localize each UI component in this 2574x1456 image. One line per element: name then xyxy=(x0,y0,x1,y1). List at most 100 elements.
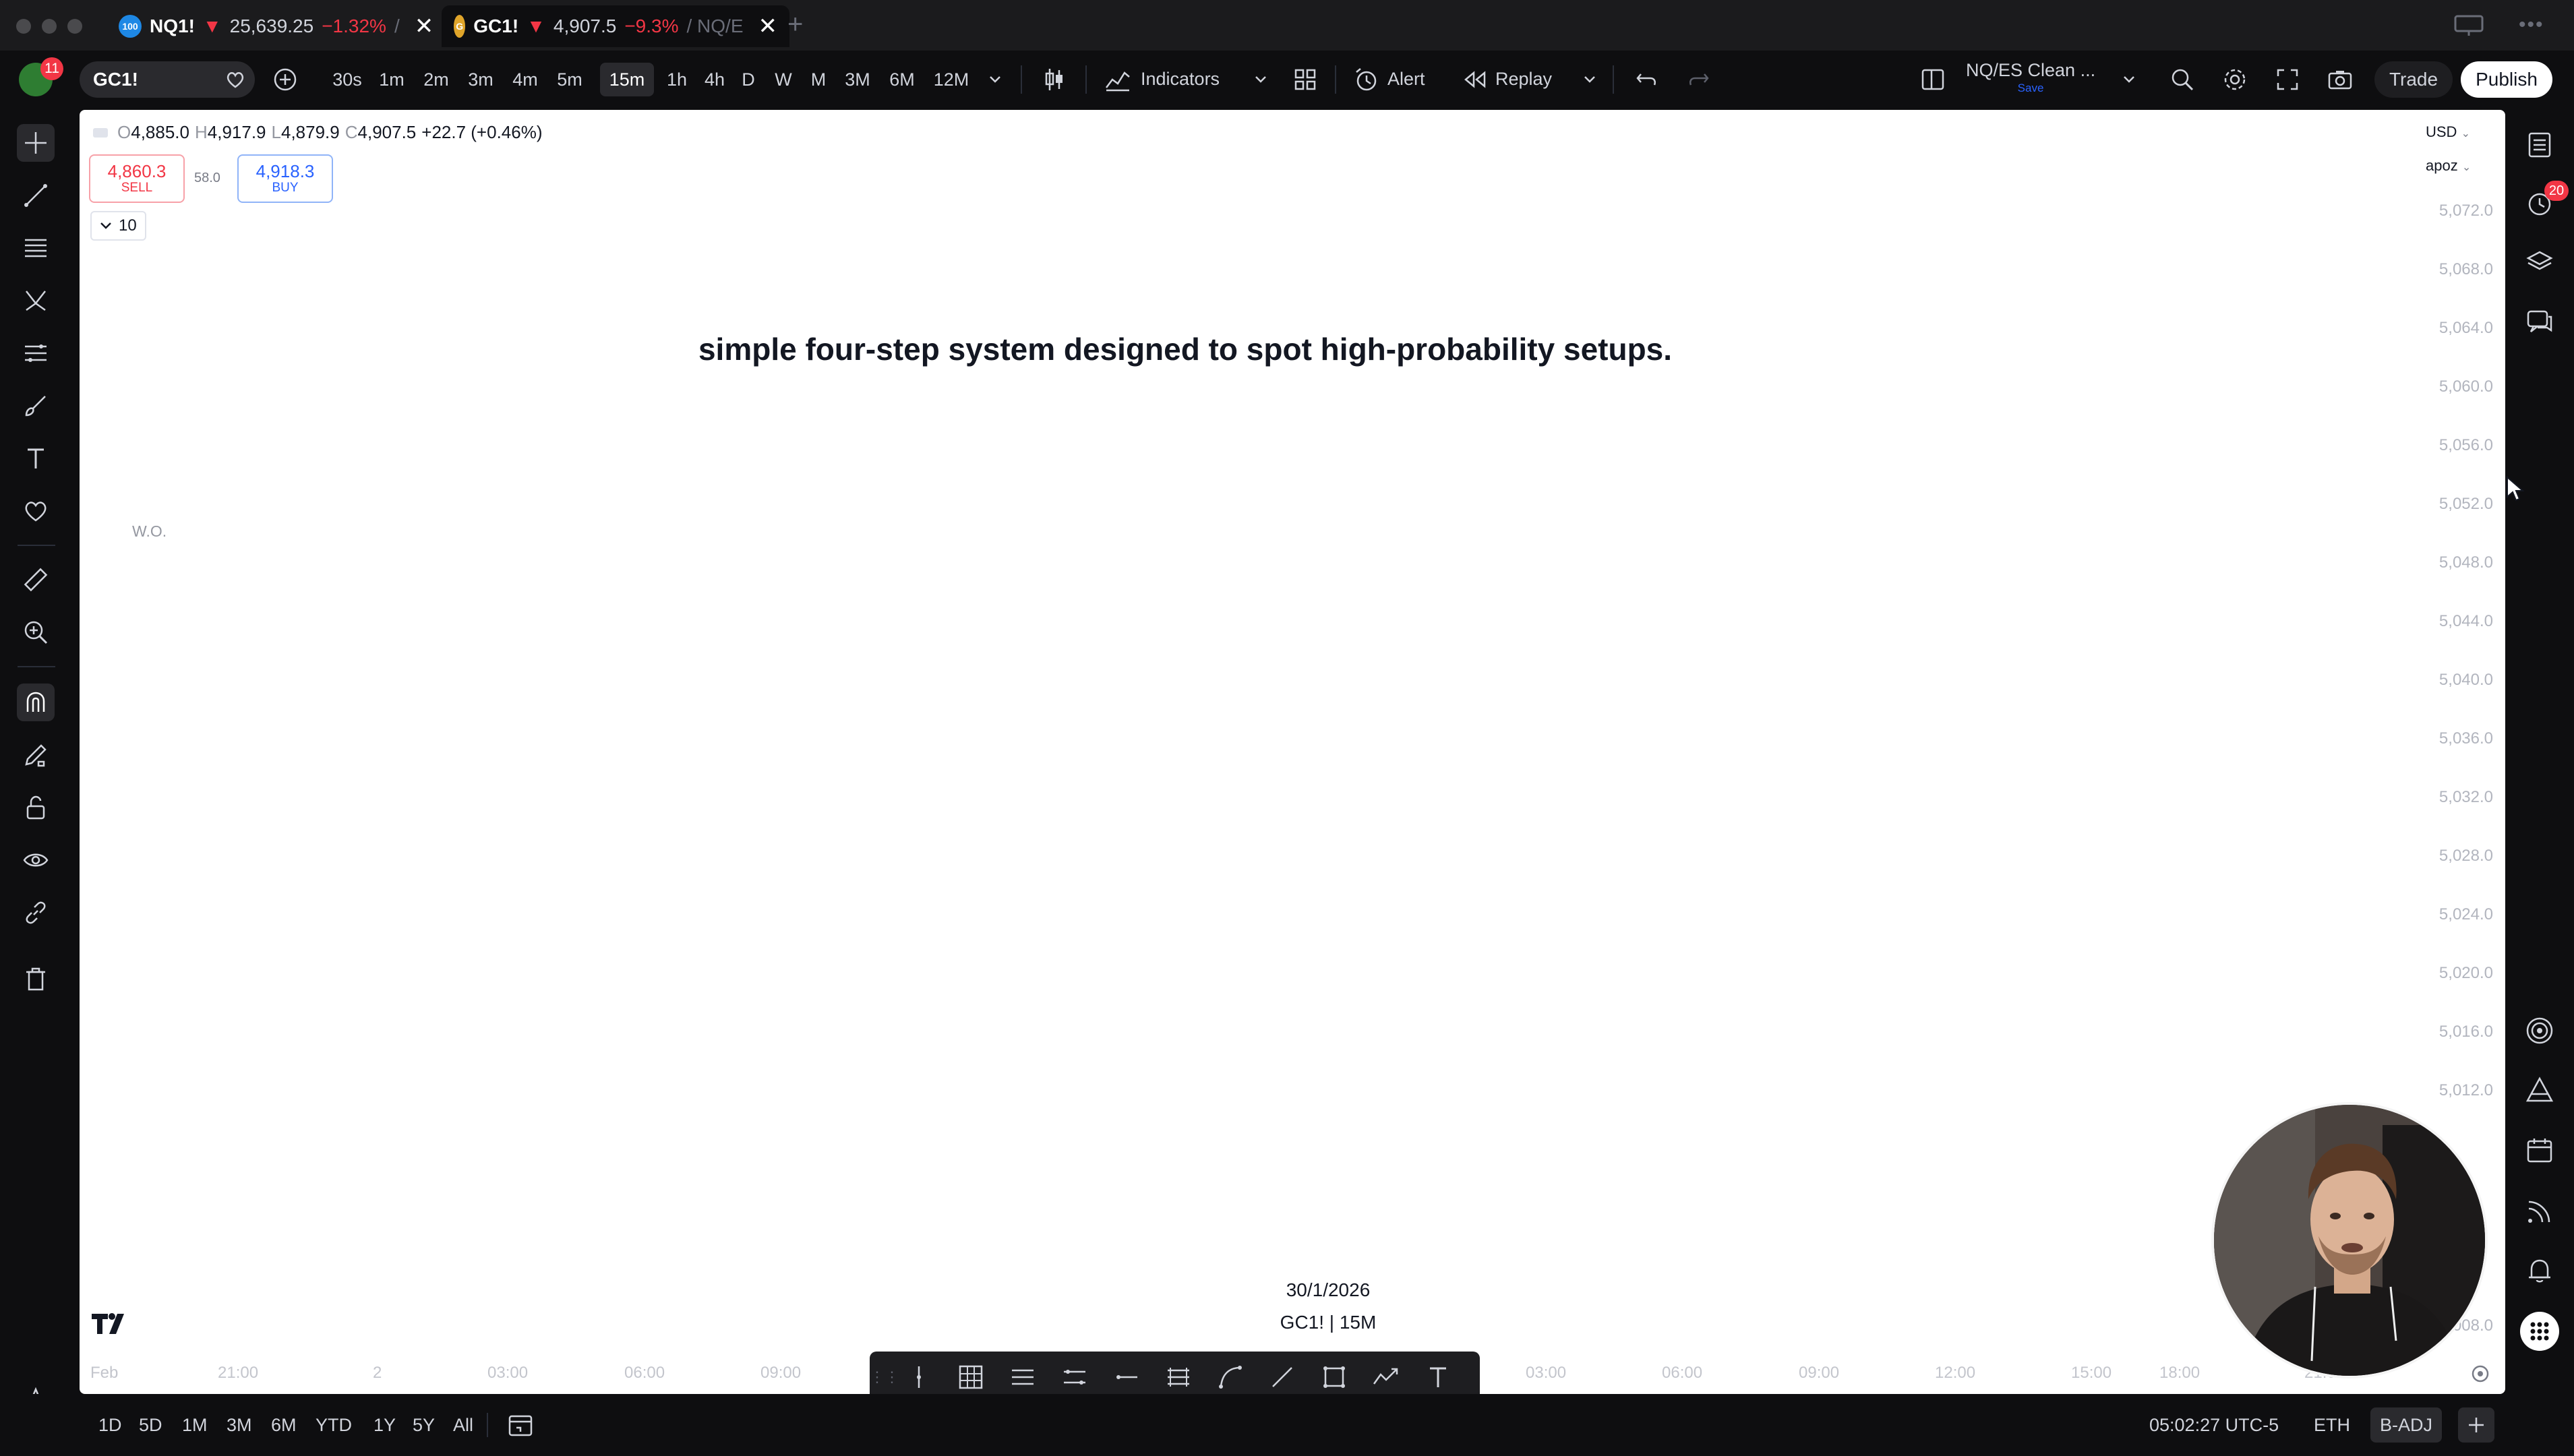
zoom-in-icon[interactable] xyxy=(17,613,55,651)
interval-1m[interactable]: 1m xyxy=(375,63,409,96)
eye-visibility-icon[interactable] xyxy=(17,841,55,879)
time-tick: 12:00 xyxy=(1935,1364,1976,1382)
interval-d[interactable]: D xyxy=(736,63,760,96)
sell-button[interactable]: 4,860.3 SELL xyxy=(89,154,185,203)
window-zoom-dot[interactable] xyxy=(67,19,82,34)
notifications-bell-icon[interactable] xyxy=(2520,1251,2559,1290)
interval-30s[interactable]: 30s xyxy=(326,63,368,96)
compare-add-button[interactable] xyxy=(268,63,302,96)
tab-close-icon[interactable]: ✕ xyxy=(415,13,434,40)
camera-snapshot-icon[interactable] xyxy=(2323,63,2357,96)
watchlist-heart-icon[interactable] xyxy=(225,69,245,90)
indicators-label: Indicators xyxy=(1141,69,1220,89)
quick-search-icon[interactable] xyxy=(2165,63,2199,96)
range-5d[interactable]: 5D xyxy=(139,1394,162,1456)
trade-button[interactable]: Trade xyxy=(2374,61,2453,98)
range-5y[interactable]: 5Y xyxy=(413,1394,435,1456)
legend-toggle-icon[interactable] xyxy=(93,127,108,138)
tab-close-icon[interactable]: ✕ xyxy=(758,13,778,40)
forecasting-tool-icon[interactable] xyxy=(17,334,55,372)
go-to-date-calendar-icon[interactable] xyxy=(507,1412,534,1438)
range-1d[interactable]: 1D xyxy=(98,1394,122,1456)
interval-6m-months[interactable]: 6M xyxy=(885,63,920,96)
fullscreen-icon[interactable] xyxy=(2271,63,2304,96)
tab-down-arrow: ▼ xyxy=(202,16,222,36)
range-1m[interactable]: 1M xyxy=(182,1394,208,1456)
interval-1h[interactable]: 1h xyxy=(661,63,693,96)
auto-scale-icon[interactable] xyxy=(2470,1364,2490,1384)
scale-options-icon[interactable] xyxy=(2458,1407,2494,1443)
layers-icon[interactable] xyxy=(2520,243,2559,282)
window-minimize-dot[interactable] xyxy=(42,19,57,34)
buy-button[interactable]: 4,918.3 BUY xyxy=(237,154,333,203)
fib-retracement-icon[interactable] xyxy=(17,229,55,267)
range-all[interactable]: All xyxy=(453,1394,473,1456)
tradingview-logo-icon[interactable] xyxy=(90,1311,135,1337)
replay-button[interactable]: Replay xyxy=(1463,51,1552,108)
screen-share-icon[interactable] xyxy=(2454,15,2484,36)
range-3m[interactable]: 3M xyxy=(227,1394,252,1456)
apps-grid-icon[interactable] xyxy=(2520,1312,2559,1351)
ruler-measure-icon[interactable] xyxy=(17,561,55,599)
indicators-dropdown-chevron-icon[interactable] xyxy=(1249,63,1273,96)
time-tick: 06:00 xyxy=(624,1364,665,1382)
brush-icon[interactable] xyxy=(17,387,55,425)
interval-2m[interactable]: 2m xyxy=(419,63,453,96)
back-adjust-toggle[interactable]: B-ADJ xyxy=(2370,1407,2443,1443)
link-icon[interactable] xyxy=(17,894,55,932)
interval-dropdown-chevron-icon[interactable] xyxy=(982,63,1009,96)
text-tool-icon[interactable] xyxy=(17,439,55,477)
more-icon[interactable]: ••• xyxy=(2519,13,2544,36)
tab-nq[interactable]: 100 NQ1! ▼ 25,639.25 −1.32% / ✕ xyxy=(107,5,461,47)
layout-dropdown-chevron-icon[interactable] xyxy=(2117,63,2141,96)
interval-m[interactable]: M xyxy=(805,63,832,96)
chart-pane[interactable]: O4,885.0 H4,917.9 L4,879.9 C4,907.5 +22.… xyxy=(80,110,2505,1394)
interval-3m-months[interactable]: 3M xyxy=(840,63,875,96)
heart-icon[interactable] xyxy=(17,492,55,530)
session-toggle[interactable]: ETH xyxy=(2314,1394,2350,1456)
interval-4m[interactable]: 4m xyxy=(508,63,542,96)
pine-triangle-icon[interactable] xyxy=(2520,1070,2559,1110)
symbol-search-input[interactable]: GC1! xyxy=(80,61,255,98)
trend-line-icon[interactable] xyxy=(17,177,55,214)
tab-gc[interactable]: G GC1! ▼ 4,907.5 −9.3% / NQ/E ✕ xyxy=(442,5,789,47)
interval-15m[interactable]: 15m xyxy=(600,63,654,96)
window-close-dot[interactable] xyxy=(16,19,31,34)
range-ytd[interactable]: YTD xyxy=(316,1394,352,1456)
new-tab-button[interactable]: + xyxy=(787,9,803,40)
indicators-collapse-button[interactable]: 10 xyxy=(90,211,146,241)
interval-12m[interactable]: 12M xyxy=(929,63,974,96)
trash-delete-icon[interactable] xyxy=(17,960,55,998)
alarm-clock-icon xyxy=(1354,67,1379,92)
calendar-icon[interactable] xyxy=(2520,1131,2559,1170)
alert-button[interactable]: Alert xyxy=(1354,51,1425,108)
magnet-icon[interactable] xyxy=(17,684,55,721)
replay-dropdown-chevron-icon[interactable] xyxy=(1578,63,1602,96)
lock-icon[interactable] xyxy=(17,789,55,826)
range-1y[interactable]: 1Y xyxy=(373,1394,396,1456)
settings-gear-icon[interactable] xyxy=(2218,63,2252,96)
interval-4h[interactable]: 4h xyxy=(698,63,731,96)
undo-icon[interactable] xyxy=(1630,63,1664,96)
drawing-toolbar xyxy=(0,108,74,1456)
publish-button[interactable]: Publish xyxy=(2461,61,2552,98)
crosshair-cursor-icon[interactable] xyxy=(17,124,55,162)
layout-sidebar-icon[interactable] xyxy=(1916,63,1950,96)
layout-name-button[interactable]: NQ/ES Clean ... Save xyxy=(1966,61,2095,94)
interval-5m[interactable]: 5m xyxy=(553,63,587,96)
layout-grid-icon[interactable] xyxy=(1288,63,1323,96)
pattern-tool-icon[interactable] xyxy=(17,282,55,320)
candles-chart-type-icon[interactable] xyxy=(1036,63,1073,96)
indicators-button[interactable]: Indicators xyxy=(1104,51,1220,108)
stay-in-drawing-mode-icon[interactable] xyxy=(17,736,55,774)
news-feed-icon[interactable] xyxy=(2520,1192,2559,1231)
range-6m[interactable]: 6M xyxy=(271,1394,297,1456)
chat-ideas-icon[interactable] xyxy=(2520,302,2559,341)
interval-3m[interactable]: 3m xyxy=(464,63,498,96)
target-icon[interactable] xyxy=(2520,1011,2559,1050)
watchlist-icon[interactable] xyxy=(2520,125,2559,164)
interval-w[interactable]: W xyxy=(770,63,797,96)
toolbar-divider xyxy=(1085,65,1087,94)
clock-timezone[interactable]: 05:02:27 UTC-5 xyxy=(2149,1394,2279,1456)
redo-icon[interactable] xyxy=(1681,63,1715,96)
